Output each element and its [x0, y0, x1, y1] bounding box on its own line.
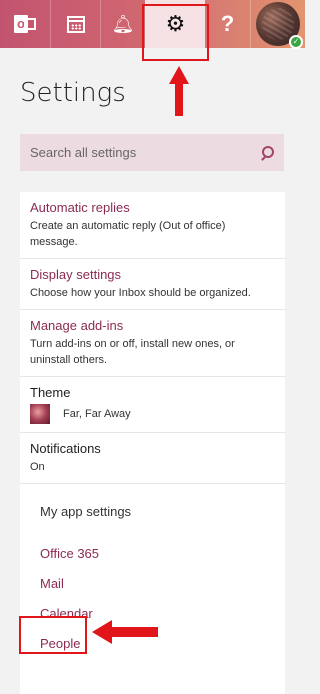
mail-highlight-box — [19, 616, 87, 654]
setting-description: Turn add-ins on or off, install new ones… — [30, 338, 235, 366]
search-box[interactable] — [20, 134, 284, 171]
setting-description: Create an automatic reply (Out of office… — [30, 220, 226, 248]
bell-icon: 🔔︎ — [111, 14, 135, 34]
setting-notifications[interactable]: Notifications On — [20, 433, 285, 484]
outlook-icon: o — [14, 13, 36, 35]
calendar-button[interactable] — [50, 0, 100, 48]
notifications-label: Notifications — [30, 441, 101, 456]
setting-title[interactable]: Display settings — [30, 267, 275, 282]
app-settings-heading: My app settings — [40, 504, 132, 519]
search-input[interactable] — [30, 145, 260, 160]
setting-display-settings[interactable]: Display settings Choose how your Inbox s… — [20, 259, 285, 310]
theme-value: Far, Far Away — [63, 408, 131, 420]
setting-title[interactable]: Manage add-ins — [30, 318, 275, 333]
setting-automatic-replies[interactable]: Automatic replies Create an automatic re… — [20, 192, 285, 259]
link-office-365[interactable]: Office 365 — [40, 547, 265, 577]
calendar-icon — [66, 15, 85, 33]
app-launcher-button[interactable]: o — [0, 0, 50, 48]
setting-title[interactable]: Automatic replies — [30, 200, 275, 215]
arrow-left-icon — [92, 620, 158, 644]
avatar: ✓ — [256, 2, 303, 49]
setting-manage-add-ins[interactable]: Manage add-ins Turn add-ins on or off, i… — [20, 310, 285, 377]
notifications-button[interactable]: 🔔︎ — [100, 0, 145, 48]
arrow-up-icon — [169, 66, 189, 116]
online-status-icon: ✓ — [289, 35, 303, 49]
setting-description: Choose how your Inbox should be organize… — [30, 287, 251, 299]
search-icon[interactable] — [260, 145, 274, 160]
notifications-value: On — [30, 461, 45, 473]
help-icon: ? — [220, 11, 235, 36]
theme-swatch — [30, 404, 50, 424]
theme-label: Theme — [30, 385, 71, 400]
gear-highlight-box — [142, 4, 209, 61]
setting-theme[interactable]: Theme Far, Far Away — [20, 377, 285, 433]
page-title: Settings — [20, 78, 126, 108]
link-mail[interactable]: Mail — [40, 577, 265, 607]
help-button[interactable]: ? — [205, 0, 250, 48]
profile-button[interactable]: ✓ — [250, 0, 305, 49]
